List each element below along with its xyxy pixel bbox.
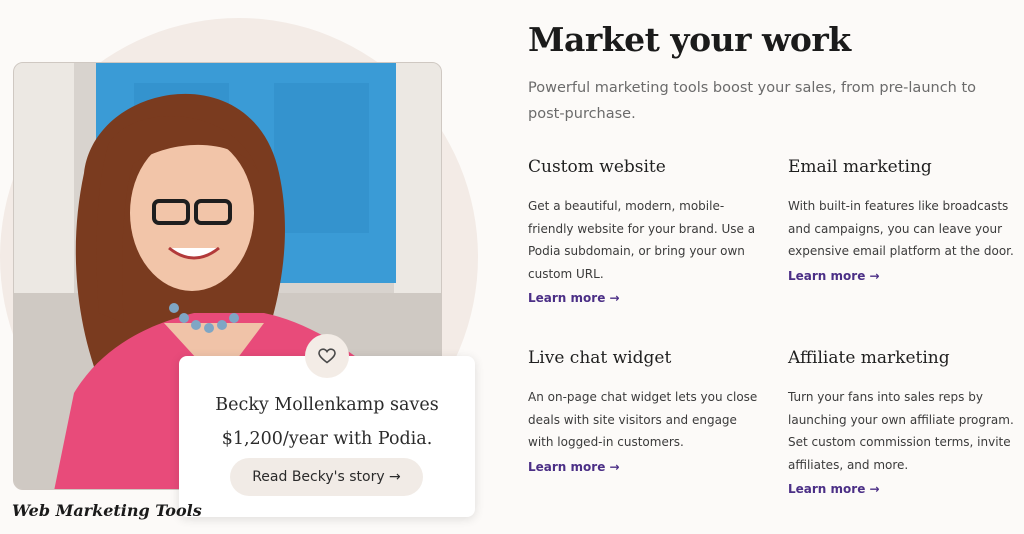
page-subtitle: Powerful marketing tools boost your sale… [528,80,977,122]
read-story-button[interactable]: Read Becky's story → [230,458,423,496]
feature-title: Affiliate marketing [788,348,950,368]
feature-title: Custom website [528,157,666,177]
feature-live-chat-widget: Live chat widget An on-page chat widget … [528,348,758,475]
heart-icon [318,348,336,364]
learn-more-link[interactable]: Learn more → [528,291,620,305]
testimonial-quote: Becky Mollenkamp saves $1,200/year with … [215,395,439,449]
testimonial-card: Becky Mollenkamp saves $1,200/year with … [179,356,475,517]
learn-more-link[interactable]: Learn more → [528,460,620,474]
feature-description: An on-page chat widget lets you close de… [528,390,758,449]
feature-email-marketing: Email marketing With built-in features l… [788,157,1018,284]
learn-more-link[interactable]: Learn more → [788,482,880,496]
favorite-button[interactable] [305,334,349,378]
feature-custom-website: Custom website Get a beautiful, modern, … [528,157,758,306]
feature-title: Live chat widget [528,348,672,368]
learn-more-link[interactable]: Learn more → [788,269,880,283]
feature-affiliate-marketing: Affiliate marketing Turn your fans into … [788,348,1018,497]
feature-title: Email marketing [788,157,932,177]
feature-description: Get a beautiful, modern, mobile-friendly… [528,199,756,281]
page-title: Market your work [528,20,851,59]
feature-description: With built-in features like broadcasts a… [788,199,1014,258]
feature-description: Turn your fans into sales reps by launch… [788,390,1014,472]
watermark: Web Marketing Tools [12,501,202,520]
